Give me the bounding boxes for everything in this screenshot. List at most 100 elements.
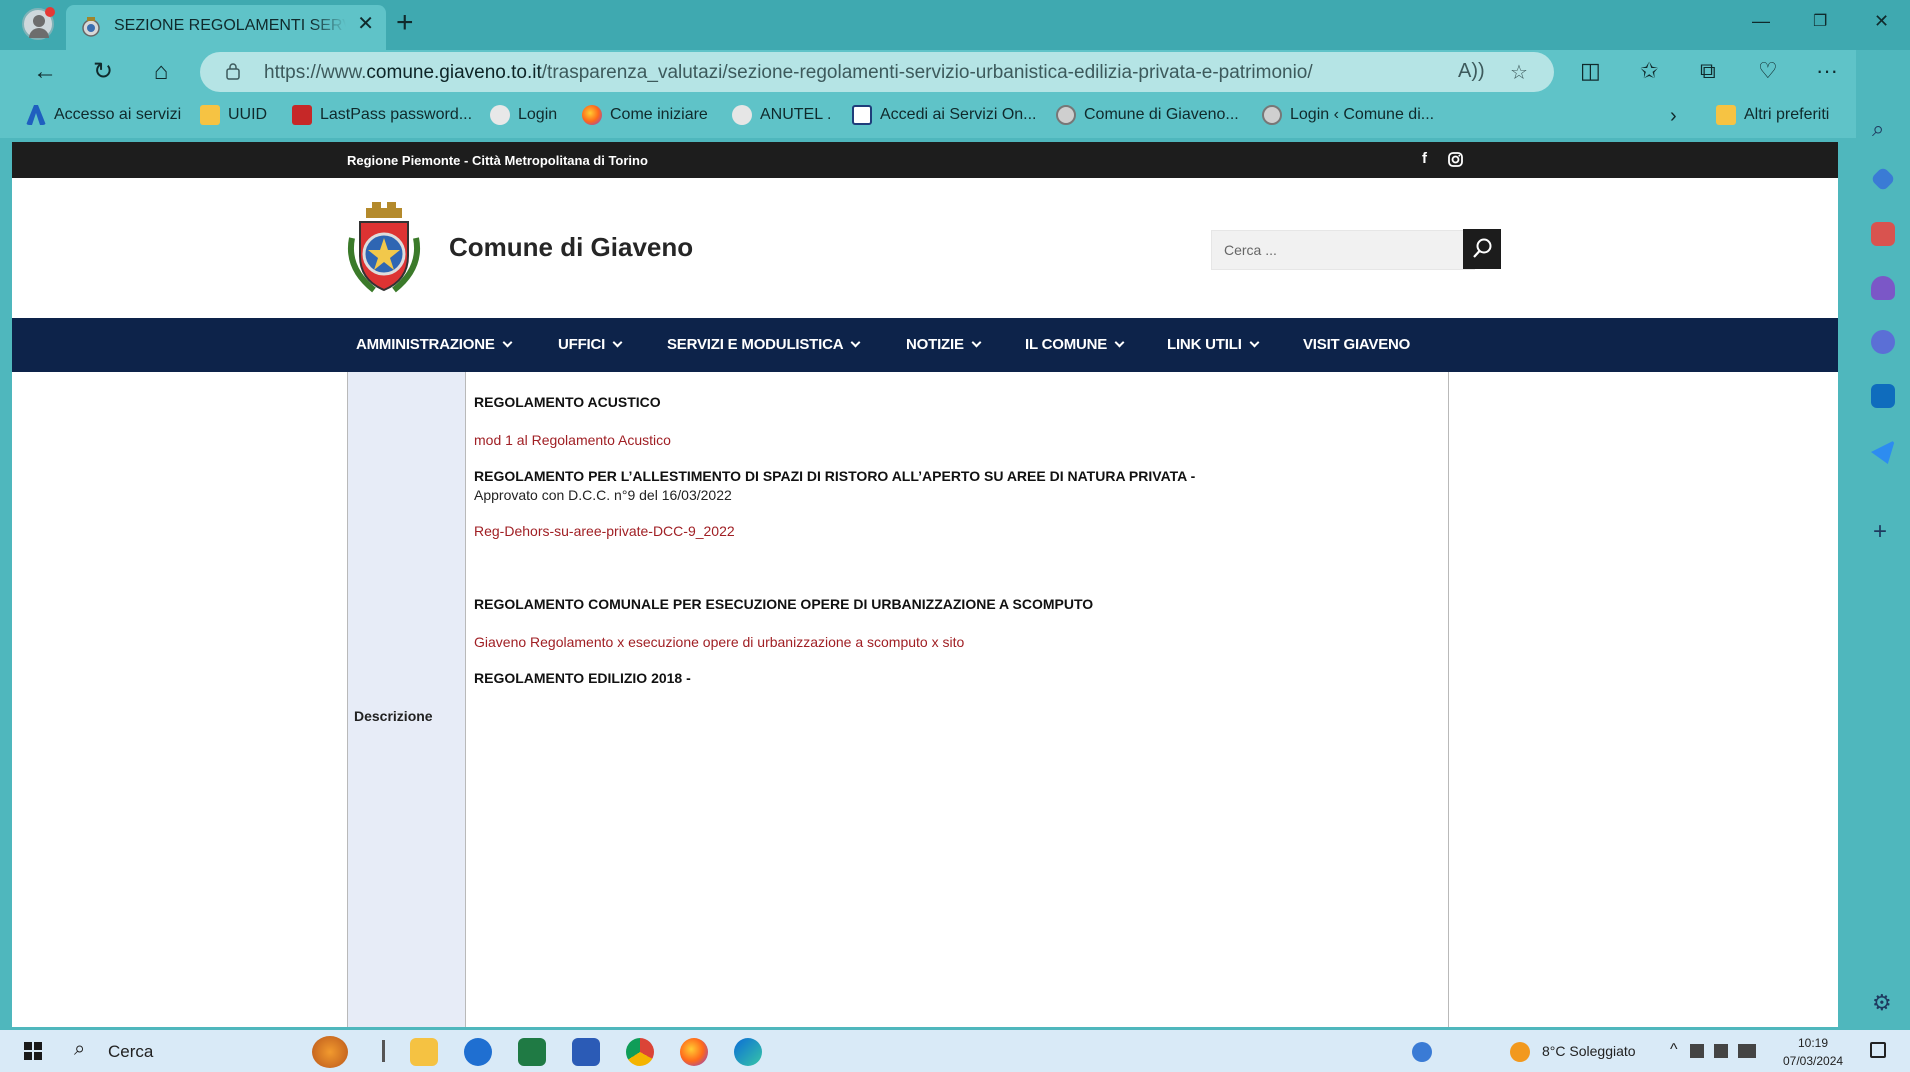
- signal-icon: [26, 105, 46, 125]
- other-favorites[interactable]: Altri preferiti: [1716, 105, 1829, 125]
- main-navigation: AMMINISTRAZIONE UFFICI SERVIZI E MODULIS…: [12, 318, 1838, 372]
- url-text[interactable]: https://www.comune.giaveno.to.it/traspar…: [264, 62, 1313, 84]
- instagram-icon[interactable]: [1448, 152, 1463, 167]
- folder-icon: [1716, 105, 1736, 125]
- new-tab-button[interactable]: +: [396, 8, 414, 38]
- search-icon[interactable]: ⌕: [74, 1038, 85, 1061]
- bookmark-item[interactable]: Come iniziare: [582, 105, 708, 125]
- link-mod1-regolamento-acustico[interactable]: mod 1 al Regolamento Acustico: [474, 432, 671, 448]
- chevron-down-icon: [1249, 337, 1260, 348]
- heading-regolamento-scomputo: REGOLAMENTO COMUNALE PER ESECUZIONE OPER…: [474, 596, 1094, 612]
- windows-taskbar: ⌕ Cerca 8°C Soleggiato ^ 10:19 07/03/202…: [0, 1030, 1910, 1072]
- description-label: Descrizione: [354, 708, 433, 724]
- search-highlight-icon[interactable]: [312, 1036, 348, 1068]
- link-regolamento-scomputo[interactable]: Giaveno Regolamento x esecuzione opere d…: [474, 634, 964, 650]
- home-icon[interactable]: ⌂: [146, 58, 176, 86]
- profile-avatar[interactable]: [22, 7, 55, 40]
- heading-regolamento-dehors: REGOLAMENTO PER L’ALLESTIMENTO DI SPAZI …: [474, 468, 1196, 484]
- user-icon: [852, 105, 872, 125]
- site-search-input[interactable]: [1212, 231, 1476, 269]
- health-icon[interactable]: ♡: [1758, 58, 1778, 84]
- crest-icon: [82, 17, 100, 37]
- tab-bar: SEZIONE REGOLAMENTI SERVIZIO URBANISTICA…: [0, 0, 1910, 50]
- send-icon[interactable]: [1871, 440, 1895, 464]
- approval-text: Approvato con D.C.C. n°9 del 16/03/2022: [474, 487, 732, 503]
- edge-app-icon[interactable]: [464, 1038, 492, 1066]
- clock-date[interactable]: 07/03/2024: [1783, 1054, 1843, 1068]
- read-aloud-icon[interactable]: A)): [1458, 60, 1485, 83]
- site-title[interactable]: Comune di Giaveno: [449, 232, 693, 263]
- favorite-star-icon[interactable]: ☆: [1510, 60, 1528, 85]
- help-icon[interactable]: [1412, 1042, 1432, 1062]
- nav-item-visit-giaveno[interactable]: VISIT GIAVENO: [1303, 336, 1410, 353]
- bookmark-item[interactable]: Comune di Giaveno...: [1056, 105, 1239, 125]
- word-icon[interactable]: [572, 1038, 600, 1066]
- site-search-button[interactable]: [1463, 229, 1501, 269]
- crest-icon: [1262, 105, 1282, 125]
- more-icon[interactable]: ···: [1816, 58, 1838, 84]
- favorites-icon[interactable]: ✩: [1640, 58, 1658, 84]
- edge-active-icon[interactable]: [734, 1038, 762, 1066]
- file-explorer-icon[interactable]: [410, 1038, 438, 1066]
- tray-chevron-icon[interactable]: ^: [1670, 1041, 1678, 1059]
- clock-time[interactable]: 10:19: [1798, 1036, 1828, 1050]
- tools-icon[interactable]: [1871, 222, 1895, 246]
- minimize-icon[interactable]: —: [1752, 12, 1770, 30]
- nav-item-link-utili[interactable]: LINK UTILI: [1167, 336, 1260, 353]
- search-icon: [1473, 238, 1492, 258]
- tab-active[interactable]: SEZIONE REGOLAMENTI SERVIZIO URBANISTICA…: [66, 5, 386, 50]
- close-window-icon[interactable]: ✕: [1874, 12, 1889, 30]
- site-search: [1211, 230, 1476, 270]
- tab-close-icon[interactable]: ✕: [357, 14, 374, 34]
- tab-title: SEZIONE REGOLAMENTI SERVIZIO URBANISTICA: [114, 17, 346, 34]
- taskbar-search[interactable]: Cerca: [108, 1042, 153, 1062]
- nav-item-uffici[interactable]: UFFICI: [558, 336, 623, 353]
- bookmark-item[interactable]: Accesso ai servizi: [26, 105, 181, 125]
- add-icon[interactable]: +: [1873, 518, 1887, 546]
- firefox-icon[interactable]: [680, 1038, 708, 1066]
- link-reg-dehors[interactable]: Reg-Dehors-su-aree-private-DCC-9_2022: [474, 523, 735, 539]
- restore-icon[interactable]: ❐: [1813, 14, 1827, 30]
- games-icon[interactable]: [1871, 276, 1895, 300]
- collections-icon[interactable]: ⧉: [1700, 58, 1716, 84]
- copilot-sidebar-icon[interactable]: [1871, 330, 1895, 354]
- system-tray-icons[interactable]: [1690, 1044, 1756, 1058]
- weather-text[interactable]: 8°C Soleggiato: [1542, 1043, 1636, 1059]
- web-viewport: Regione Piemonte - Città Metropolitana d…: [12, 142, 1838, 1027]
- refresh-icon[interactable]: ↻: [88, 58, 118, 86]
- lastpass-icon: [292, 105, 312, 125]
- address-bar[interactable]: https://www.comune.giaveno.to.it/traspar…: [200, 52, 1554, 92]
- chevron-down-icon: [502, 337, 513, 348]
- chevron-down-icon: [971, 337, 982, 348]
- bookmark-item[interactable]: Login ‹ Comune di...: [1262, 105, 1434, 125]
- chevron-down-icon: [850, 337, 861, 348]
- facebook-icon[interactable]: f: [1422, 150, 1427, 167]
- windows-start-icon[interactable]: [24, 1042, 42, 1060]
- lock-icon[interactable]: [226, 62, 240, 80]
- shopping-tag-icon[interactable]: [1870, 166, 1896, 192]
- nav-item-il-comune[interactable]: IL COMUNE: [1025, 336, 1125, 353]
- chrome-icon[interactable]: [626, 1038, 654, 1066]
- municipal-crest-logo[interactable]: [344, 198, 424, 298]
- outlook-icon[interactable]: [1871, 384, 1895, 408]
- nav-item-servizi-modulistica[interactable]: SERVIZI E MODULISTICA: [667, 336, 861, 353]
- bookmark-item[interactable]: LastPass password...: [292, 105, 472, 125]
- back-icon[interactable]: ←: [30, 58, 60, 86]
- settings-gear-icon[interactable]: ⚙: [1872, 990, 1892, 1016]
- nav-item-notizie[interactable]: NOTIZIE: [906, 336, 982, 353]
- sun-weather-icon: [1510, 1042, 1530, 1062]
- notifications-icon[interactable]: [1870, 1042, 1886, 1058]
- bookmark-item[interactable]: ANUTEL .: [732, 105, 831, 125]
- bookmark-item[interactable]: Login: [490, 105, 557, 125]
- bookmarks-more-chevron-icon[interactable]: ›: [1670, 105, 1677, 128]
- login-icon: [490, 105, 510, 125]
- url-prefix: https://www.: [264, 62, 367, 83]
- bookmark-item[interactable]: Accedi ai Servizi On...: [852, 105, 1037, 125]
- search-icon[interactable]: ⌕: [1872, 116, 1884, 142]
- bookmark-item[interactable]: UUID: [200, 105, 267, 125]
- bookmarks-bar: Accesso ai servizi UUID LastPass passwor…: [0, 94, 1910, 138]
- excel-icon[interactable]: [518, 1038, 546, 1066]
- anutel-icon: [732, 105, 752, 125]
- split-screen-icon[interactable]: ◫: [1580, 58, 1601, 84]
- nav-item-amministrazione[interactable]: AMMINISTRAZIONE: [356, 336, 513, 353]
